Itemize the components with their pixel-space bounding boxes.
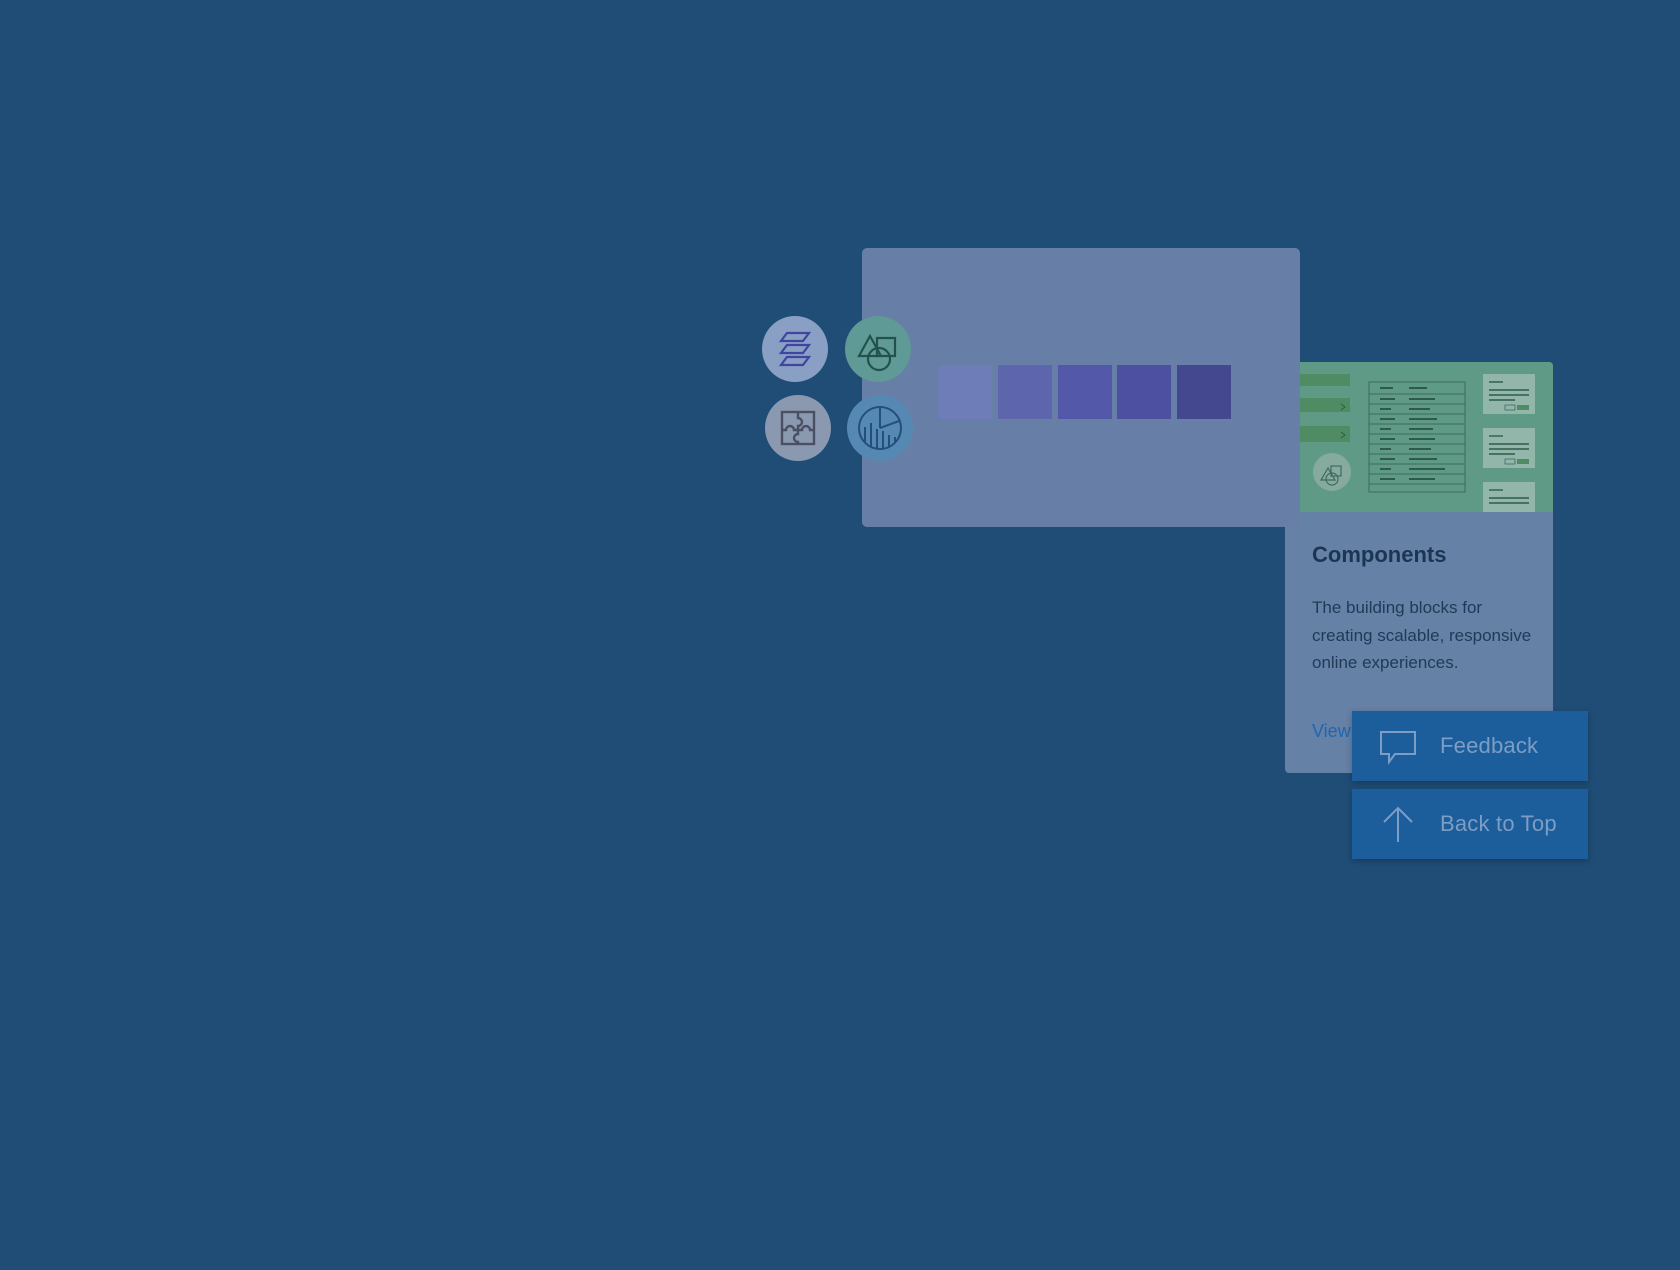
chart-icon: [847, 395, 913, 461]
back-to-top-button[interactable]: Back to Top: [1352, 789, 1588, 859]
feedback-button[interactable]: Feedback: [1352, 711, 1588, 781]
color-swatch-5: [1177, 365, 1231, 419]
back-to-top-label: Back to Top: [1440, 811, 1557, 836]
components-description: The building blocks for creating scalabl…: [1312, 598, 1532, 672]
arrow-up-icon: [1376, 802, 1420, 846]
color-swatch-3: [1058, 365, 1112, 419]
puzzle-icon: [765, 395, 831, 461]
components-view-link[interactable]: View: [1312, 721, 1351, 742]
components-thumbnail: [1285, 362, 1553, 512]
page-overlay: Components The building blocks for creat…: [0, 0, 1680, 1270]
feedback-label: Feedback: [1440, 733, 1539, 758]
speech-bubble-icon: [1376, 724, 1420, 768]
color-swatch-1: [938, 365, 992, 419]
components-title: Components: [1312, 542, 1447, 567]
color-palette-card[interactable]: [862, 248, 1300, 527]
layers-icon: [762, 316, 828, 382]
color-swatch-2: [998, 365, 1052, 419]
color-swatch-4: [1117, 365, 1171, 419]
shapes-icon: [845, 316, 911, 382]
